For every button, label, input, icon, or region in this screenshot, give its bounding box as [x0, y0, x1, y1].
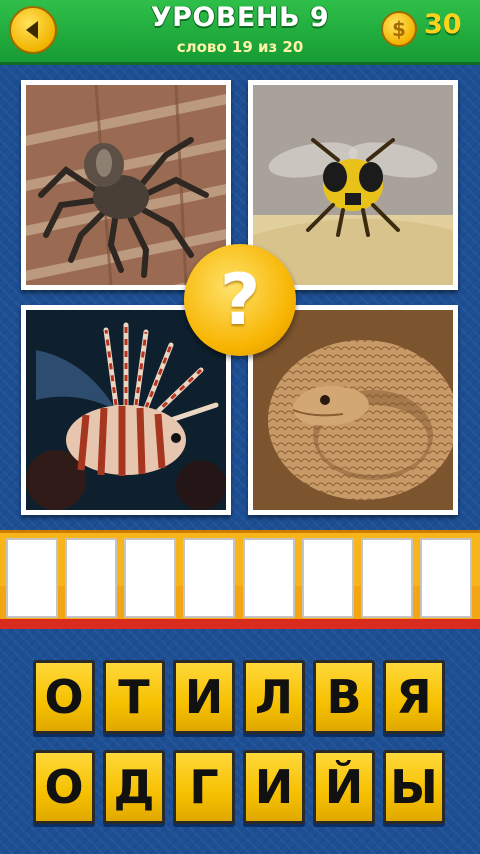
spider-image	[26, 85, 226, 285]
picture-spider[interactable]	[21, 80, 231, 290]
level-title: УРОВЕНЬ 9	[150, 2, 330, 33]
letter-tile[interactable]: Ы	[383, 750, 445, 824]
wasp-image	[253, 85, 453, 285]
answer-slot[interactable]	[302, 538, 354, 618]
arrow-left-icon	[26, 21, 38, 39]
coin-icon: $	[381, 11, 417, 47]
answer-bar-stripe	[0, 619, 480, 629]
answer-slot[interactable]	[243, 538, 295, 618]
letter-tile[interactable]: И	[243, 750, 305, 824]
letter-tile[interactable]: Д	[103, 750, 165, 824]
picture-wasp[interactable]	[248, 80, 458, 290]
hint-question-button[interactable]: ?	[184, 244, 296, 356]
letter-tile[interactable]: Й	[313, 750, 375, 824]
letter-tile[interactable]: И	[173, 660, 235, 734]
letter-tile[interactable]: Г	[173, 750, 235, 824]
letter-tile[interactable]: О	[33, 660, 95, 734]
answer-bar	[0, 530, 480, 629]
top-bar: УРОВЕНЬ 9 слово 19 из 20 $ 30	[0, 0, 480, 65]
word-progress: слово 19 из 20	[176, 38, 304, 56]
answer-slot[interactable]	[183, 538, 235, 618]
letter-tile[interactable]: В	[313, 660, 375, 734]
coin-count: 30	[424, 9, 462, 40]
answer-slot[interactable]	[420, 538, 472, 618]
letter-tile[interactable]: Т	[103, 660, 165, 734]
letter-tile[interactable]: Л	[243, 660, 305, 734]
answer-slot[interactable]	[124, 538, 176, 618]
letter-tile[interactable]: О	[33, 750, 95, 824]
answer-slot[interactable]	[361, 538, 413, 618]
letter-tile[interactable]: Я	[383, 660, 445, 734]
answer-slot[interactable]	[65, 538, 117, 618]
snake-image	[253, 310, 453, 510]
lionfish-image	[26, 310, 226, 510]
back-button[interactable]	[9, 6, 57, 54]
answer-slot[interactable]	[6, 538, 58, 618]
